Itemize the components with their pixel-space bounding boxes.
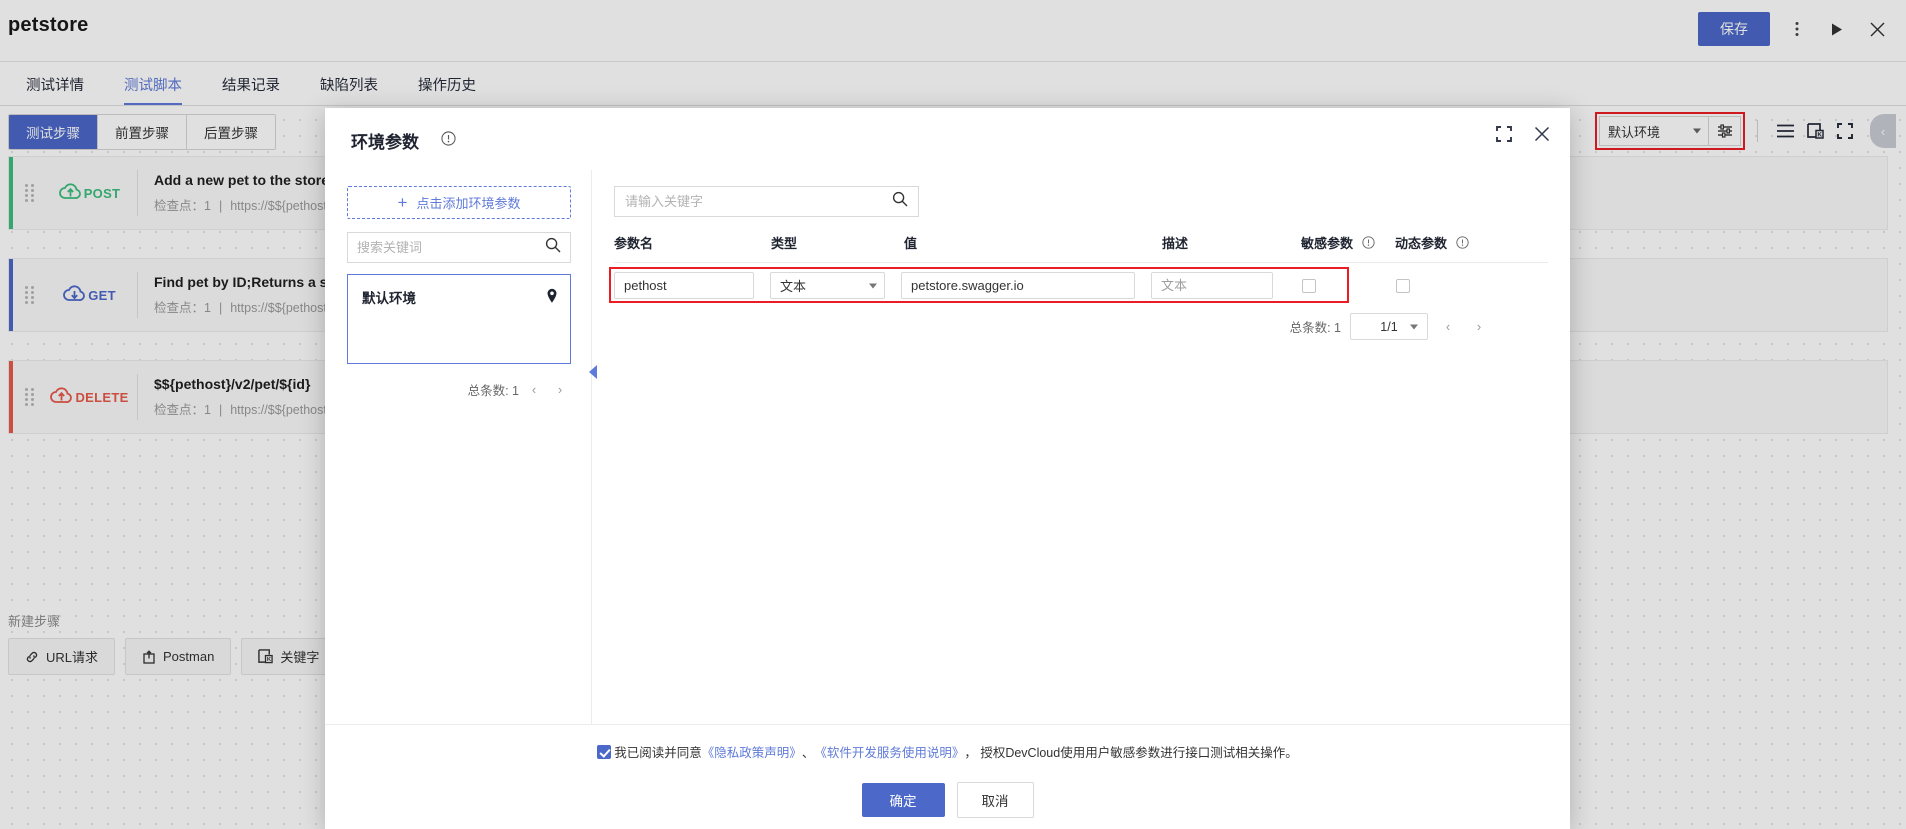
column-header-type: 类型	[771, 236, 798, 251]
close-icon[interactable]	[1534, 126, 1550, 142]
agreement-separator: 、	[801, 746, 815, 760]
param-value-input[interactable]	[901, 272, 1135, 299]
environment-list-item-default[interactable]: 默认环境	[362, 287, 558, 307]
info-circle-icon[interactable]	[1362, 236, 1375, 249]
privacy-policy-link[interactable]: 《隐私政策声明》	[702, 742, 802, 761]
parameter-search-input[interactable]	[625, 194, 892, 209]
agreement-suffix: ， 授权DevCloud使用用户敏感参数进行接口测试相关操作。	[964, 746, 1298, 760]
service-terms-link[interactable]: 《软件开发服务使用说明》	[814, 742, 964, 761]
column-header-sensitive: 敏感参数	[1301, 233, 1395, 252]
dialog-body: + 点击添加环境参数 默认环境 总条数: 1 ‹	[325, 170, 1570, 724]
column-header-sensitive-label: 敏感参数	[1301, 236, 1354, 251]
parameters-next-page-icon[interactable]: ›	[1468, 316, 1490, 338]
parameters-pagination: 总条数: 1 1/1 ‹ ›	[614, 313, 1548, 340]
fullscreen-icon[interactable]	[1496, 126, 1512, 142]
environment-next-page-icon[interactable]: ›	[549, 378, 571, 400]
agreement-prefix: 我已阅读并同意	[614, 746, 702, 760]
info-circle-icon[interactable]	[1456, 236, 1469, 249]
column-header-value: 值	[904, 236, 918, 251]
environment-item-label: 默认环境	[362, 291, 416, 306]
cell-param-value	[901, 272, 1135, 299]
add-environment-param-label: 点击添加环境参数	[416, 196, 521, 211]
column-header-desc: 描述	[1162, 236, 1189, 251]
param-desc-input[interactable]	[1151, 272, 1273, 299]
environment-prev-page-icon[interactable]: ‹	[523, 378, 545, 400]
agreement-checkbox[interactable]	[597, 744, 612, 759]
environment-search-box	[347, 232, 571, 263]
parameter-search-box	[614, 186, 919, 217]
search-icon[interactable]	[545, 237, 561, 258]
cell-dynamic	[1383, 278, 1483, 293]
cell-sensitive	[1289, 278, 1383, 293]
column-header-dynamic-label: 动态参数	[1395, 236, 1448, 251]
parameters-total-count: 总条数: 1	[1289, 321, 1341, 335]
chevron-down-icon	[869, 283, 877, 288]
environment-list-panel: + 点击添加环境参数 默认环境 总条数: 1 ‹	[325, 170, 597, 724]
parameters-prev-page-icon[interactable]: ‹	[1437, 316, 1459, 338]
dynamic-checkbox[interactable]	[1396, 278, 1410, 293]
environment-list: 默认环境	[347, 274, 571, 364]
search-icon[interactable]	[892, 191, 908, 212]
parameters-table: 参数名 类型 值 描述 敏感参数 动态参数 pethost 文本 petstor…	[609, 233, 1548, 340]
cell-param-type: 文本	[770, 272, 885, 299]
environment-total-count: 总条数: 1	[467, 383, 519, 398]
column-header-dynamic: 动态参数	[1395, 233, 1495, 252]
table-row: 文本	[614, 263, 1548, 299]
dialog-footer: 我已阅读并同意 《隐私政策声明》 、 《软件开发服务使用说明》 ， 授权DevC…	[325, 724, 1570, 829]
environment-pagination: 总条数: 1 ‹ ›	[347, 378, 571, 400]
param-type-select[interactable]: 文本	[770, 272, 885, 299]
confirm-button[interactable]: 确定	[861, 783, 945, 817]
plus-icon: +	[397, 193, 408, 212]
location-pin-icon[interactable]	[546, 288, 558, 307]
dialog-header-icons	[1496, 126, 1550, 142]
cancel-button[interactable]: 取消	[956, 782, 1034, 818]
environment-search-input[interactable]	[357, 240, 545, 255]
table-header-row: 参数名 类型 值 描述 敏感参数 动态参数	[614, 233, 1548, 263]
param-type-value: 文本	[780, 279, 807, 294]
page-size-select[interactable]: 1/1	[1350, 313, 1428, 340]
param-name-input[interactable]	[614, 272, 754, 299]
cell-param-name	[614, 272, 754, 299]
sensitive-checkbox[interactable]	[1302, 278, 1316, 293]
dialog-header: 环境参数	[325, 108, 1570, 170]
environment-params-dialog: 环境参数 + 点击添加环境参数 搜索关键词 默认环境 总条数: 1 ‹ › 请输…	[325, 108, 1570, 829]
agreement-row: 我已阅读并同意 《隐私政策声明》 、 《软件开发服务使用说明》 ， 授权DevC…	[325, 742, 1570, 761]
chevron-down-icon	[1410, 324, 1418, 329]
add-environment-param-button[interactable]: + 点击添加环境参数	[347, 186, 571, 219]
column-header-name: 参数名	[614, 236, 654, 251]
dialog-title: 环境参数	[351, 133, 419, 152]
parameters-panel: 参数名 类型 值 描述 敏感参数 动态参数	[592, 170, 1570, 724]
info-circle-icon[interactable]	[441, 131, 456, 146]
cell-param-desc	[1151, 272, 1273, 299]
dialog-footer-buttons: 确定 取消	[325, 782, 1570, 818]
page-select-value: 1/1	[1380, 319, 1398, 334]
